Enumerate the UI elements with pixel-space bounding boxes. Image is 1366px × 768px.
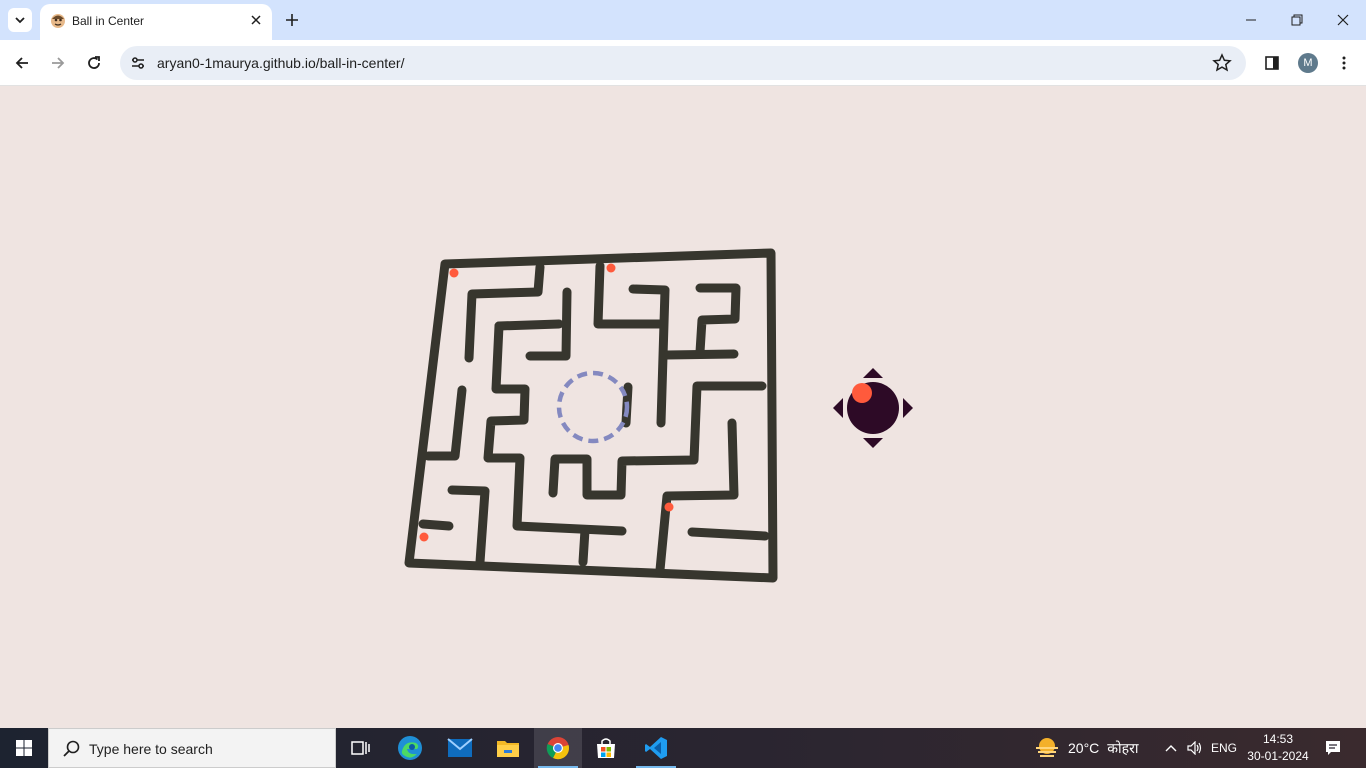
restore-button[interactable]: [1274, 0, 1320, 40]
arrow-up-icon: [863, 368, 883, 378]
tab-close-button[interactable]: [248, 12, 264, 28]
windows-logo-icon: [16, 740, 32, 756]
language-indicator[interactable]: ENG: [1208, 728, 1240, 768]
tune-icon: [132, 57, 144, 69]
search-placeholder: Type here to search: [89, 741, 213, 757]
close-icon: [251, 15, 261, 25]
url-text: aryan0-1maurya.github.io/ball-in-center/: [157, 55, 405, 71]
tab-search-button[interactable]: [8, 8, 32, 32]
profile-avatar[interactable]: M: [1298, 53, 1318, 73]
speaker-icon: [1187, 741, 1202, 755]
edge-icon: [398, 736, 422, 760]
ball: [419, 532, 429, 542]
clock-time: 14:53: [1262, 732, 1294, 746]
search-icon: [63, 740, 80, 757]
task-view-icon: [351, 741, 370, 755]
taskbar-microsoft-store[interactable]: [582, 728, 630, 768]
taskbar-chrome[interactable]: [534, 728, 582, 768]
chrome-icon: [546, 737, 569, 760]
windows-taskbar: Type here to search 20°C कोहरा ENG 14:53…: [0, 728, 1366, 768]
ball: [664, 502, 674, 512]
target-circle: [556, 370, 630, 444]
game-canvas[interactable]: [0, 86, 1366, 728]
restore-icon: [1291, 14, 1303, 26]
weather-condition: कोहरा: [1107, 739, 1139, 756]
minimize-icon: [1246, 19, 1256, 21]
system-clock[interactable]: 14:53 30-01-2024: [1240, 731, 1316, 765]
mail-icon: [447, 738, 473, 757]
minimize-button[interactable]: [1228, 0, 1274, 40]
store-icon: [597, 738, 615, 758]
taskbar-mail[interactable]: [436, 728, 484, 768]
reload-button[interactable]: [80, 49, 108, 77]
chevron-down-icon: [15, 17, 25, 24]
tab-favicon-icon: [51, 14, 65, 28]
ball: [449, 268, 459, 278]
side-panel-button[interactable]: [1258, 49, 1286, 77]
fog-sun-icon: [1036, 738, 1058, 757]
weather-widget[interactable]: 20°C कोहरा: [1034, 728, 1138, 768]
start-button[interactable]: [0, 728, 48, 768]
arrow-left-icon: [15, 57, 28, 69]
taskbar-search[interactable]: Type here to search: [48, 728, 336, 768]
back-button[interactable]: [8, 49, 36, 77]
folder-icon: [497, 741, 519, 757]
taskbar-file-explorer[interactable]: [484, 728, 532, 768]
show-hidden-icons-button[interactable]: [1160, 728, 1182, 768]
new-tab-button[interactable]: [280, 8, 304, 32]
maze-board: [404, 248, 913, 583]
window-close-button[interactable]: [1320, 0, 1366, 40]
task-view-button[interactable]: [336, 728, 384, 768]
notification-icon: [1326, 741, 1340, 755]
vscode-icon: [645, 737, 667, 759]
browser-tab[interactable]: Ball in Center: [40, 4, 272, 40]
weather-temperature: 20°C: [1068, 740, 1100, 756]
close-icon: [1337, 14, 1349, 26]
site-info-button[interactable]: [128, 53, 148, 73]
plus-icon: [286, 14, 298, 26]
arrow-right-icon: [52, 57, 65, 69]
ball: [606, 263, 616, 273]
tab-strip: Ball in Center: [0, 0, 1366, 40]
tab-title: Ball in Center: [72, 14, 145, 28]
forward-button[interactable]: [44, 49, 72, 77]
tilt-joystick[interactable]: [833, 368, 913, 448]
more-vertical-icon: [1342, 56, 1346, 70]
arrow-left-icon: [833, 398, 843, 418]
browser-toolbar: aryan0-1maurya.github.io/ball-in-center/…: [0, 40, 1366, 86]
bookmark-star-icon[interactable]: [1212, 53, 1232, 73]
maze-walls: [404, 248, 778, 583]
volume-button[interactable]: [1184, 728, 1206, 768]
side-panel-icon: [1265, 56, 1279, 70]
reload-icon: [88, 56, 100, 69]
arrow-right-icon: [903, 398, 913, 418]
arrow-down-icon: [863, 438, 883, 448]
chevron-up-icon: [1165, 745, 1177, 752]
taskbar-edge[interactable]: [386, 728, 434, 768]
address-bar[interactable]: aryan0-1maurya.github.io/ball-in-center/: [120, 46, 1246, 80]
notifications-button[interactable]: [1318, 728, 1348, 768]
clock-date: 30-01-2024: [1247, 749, 1309, 763]
menu-button[interactable]: [1330, 49, 1358, 77]
taskbar-vscode[interactable]: [632, 728, 680, 768]
joystick-knob: [852, 383, 872, 403]
